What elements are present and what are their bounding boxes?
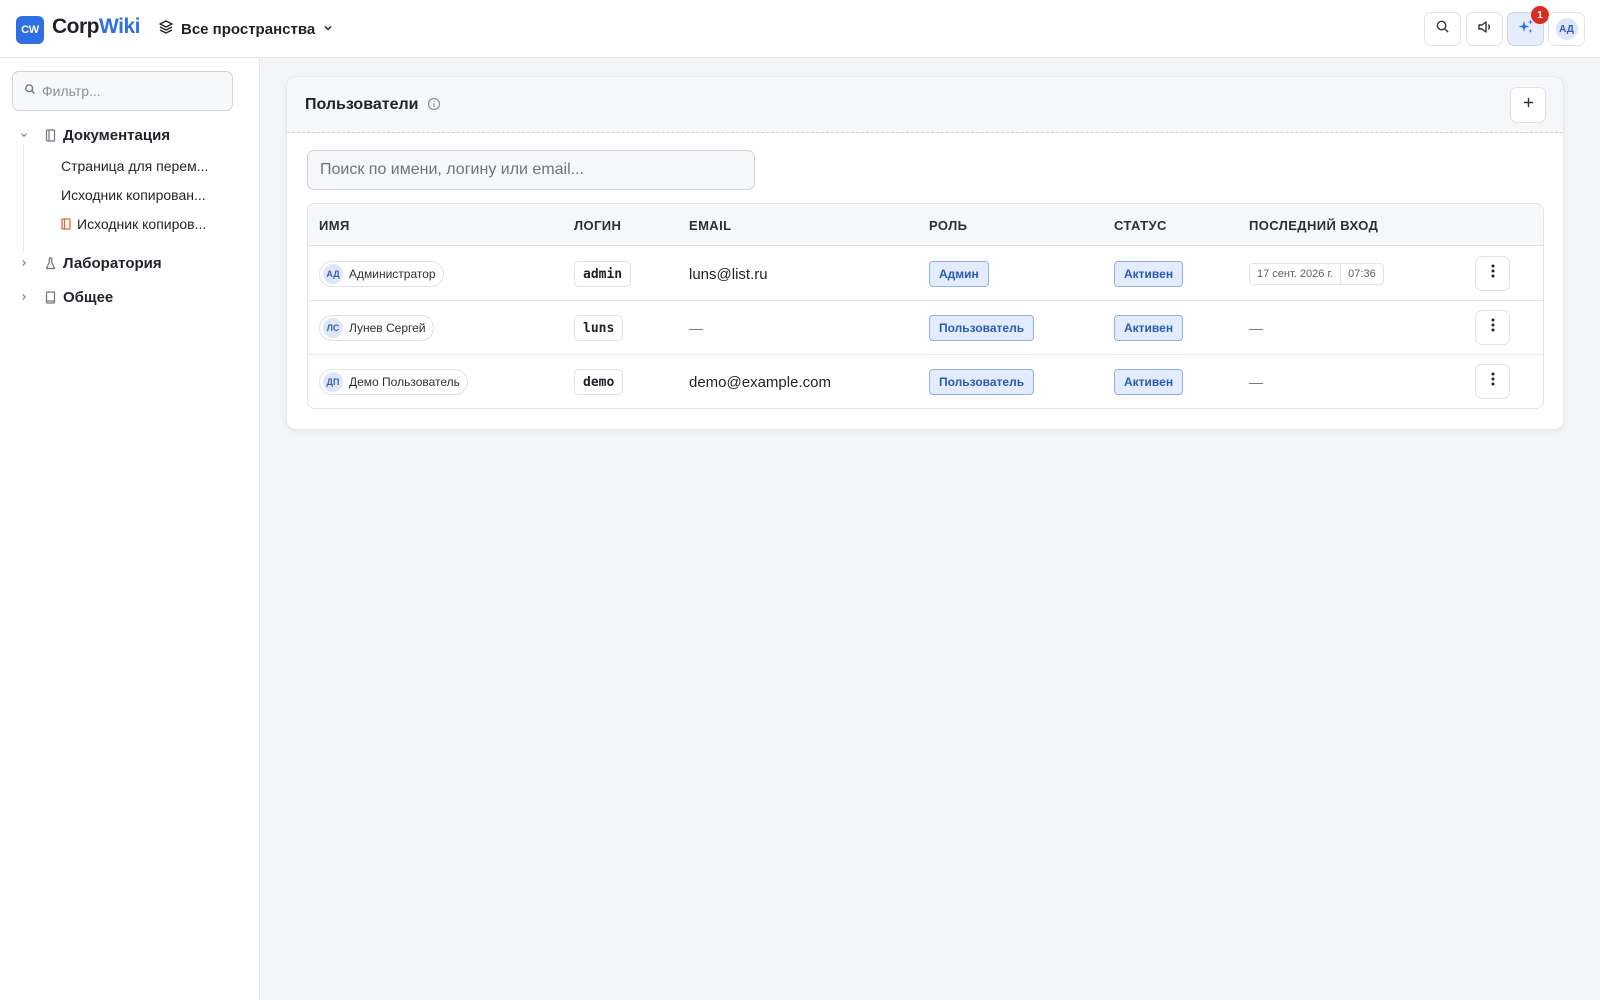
plus-icon bbox=[1522, 96, 1535, 114]
user-login: admin bbox=[574, 261, 632, 287]
tree-item-label: Лаборатория bbox=[63, 254, 162, 272]
column-header-role[interactable]: Роль bbox=[929, 218, 967, 233]
avatar: АД bbox=[323, 264, 343, 284]
announcements-button[interactable] bbox=[1466, 12, 1503, 46]
last-login: — bbox=[1249, 374, 1263, 390]
table-row[interactable]: ЛС Лунев Сергей luns — Пользователь Акти… bbox=[308, 301, 1543, 355]
tree-child-page[interactable]: Исходник копиров... bbox=[61, 211, 261, 237]
sidebar-filter bbox=[12, 71, 233, 111]
column-header-last-login[interactable]: Последний вход bbox=[1249, 218, 1378, 233]
column-header-login[interactable]: Логин bbox=[574, 218, 621, 233]
avatar: ЛС bbox=[323, 318, 343, 338]
last-login-stamp: 17 сент. 2026 г. 07:36 bbox=[1249, 263, 1384, 285]
user-chip[interactable]: ДП Демо Пользователь bbox=[319, 369, 468, 395]
status-badge: Активен bbox=[1114, 315, 1184, 341]
info-icon[interactable] bbox=[427, 97, 442, 112]
more-vertical-icon bbox=[1491, 264, 1495, 283]
user-search-input[interactable] bbox=[320, 161, 740, 179]
speaker-icon bbox=[1477, 19, 1493, 40]
tree-item-documentation[interactable]: Документация bbox=[0, 121, 258, 149]
tree-item-label: Документация bbox=[63, 126, 171, 144]
table-row[interactable]: АД Администратор admin luns@list.ru Адми… bbox=[308, 247, 1543, 301]
user-name: Лунев Сергей bbox=[349, 321, 426, 335]
users-table: Имя Логин Email Роль Статус Последний вх… bbox=[307, 203, 1544, 409]
column-header-email[interactable]: Email bbox=[689, 218, 731, 233]
last-login-date: 17 сент. 2026 г. bbox=[1257, 268, 1334, 280]
users-panel: Пользователи Имя Логин Email Роль Статус… bbox=[286, 76, 1564, 430]
page-title: Пользователи bbox=[305, 96, 419, 113]
chevron-right-icon[interactable] bbox=[18, 257, 30, 269]
tree-item-label: Общее bbox=[63, 288, 114, 306]
user-email: luns@list.ru bbox=[689, 265, 768, 283]
user-search bbox=[307, 150, 755, 190]
top-header: CW CorpWiki Все пространства 1 АД bbox=[0, 0, 1600, 58]
role-badge: Пользователь bbox=[929, 369, 1035, 395]
row-actions-button[interactable] bbox=[1475, 310, 1510, 345]
user-chip[interactable]: АД Администратор bbox=[319, 261, 444, 287]
table-row[interactable]: ДП Демо Пользователь demo demo@example.c… bbox=[308, 355, 1543, 408]
document-icon bbox=[44, 128, 56, 142]
tree-child-label: Страница для перем... bbox=[61, 158, 209, 174]
add-user-button[interactable] bbox=[1510, 87, 1546, 123]
chevron-right-icon[interactable] bbox=[18, 291, 30, 303]
user-login: luns bbox=[574, 315, 624, 341]
logo-text[interactable]: CorpWiki bbox=[52, 15, 140, 39]
space-selector[interactable]: Все пространства bbox=[158, 17, 334, 41]
layers-icon bbox=[158, 19, 174, 39]
more-vertical-icon bbox=[1491, 318, 1495, 337]
column-header-name[interactable]: Имя bbox=[319, 218, 350, 233]
last-login-time: 07:36 bbox=[1340, 264, 1383, 284]
user-chip[interactable]: ЛС Лунев Сергей bbox=[319, 315, 434, 341]
avatar: АД bbox=[1555, 18, 1578, 40]
tree-item-laboratory[interactable]: Лаборатория bbox=[0, 249, 258, 277]
more-vertical-icon bbox=[1491, 372, 1495, 391]
page-orange-icon bbox=[61, 218, 71, 230]
user-email: — bbox=[689, 320, 703, 336]
book-icon bbox=[44, 290, 56, 304]
panel-header: Пользователи bbox=[287, 77, 1563, 133]
tree-child-page[interactable]: Страница для перем... bbox=[61, 153, 261, 179]
search-icon bbox=[24, 82, 36, 100]
chevron-down-icon[interactable] bbox=[18, 129, 30, 141]
ai-assistant-button[interactable]: 1 bbox=[1507, 6, 1549, 46]
row-actions-button[interactable] bbox=[1475, 256, 1510, 291]
space-selector-label: Все пространства bbox=[181, 20, 316, 38]
table-header: Имя Логин Email Роль Статус Последний вх… bbox=[308, 204, 1543, 246]
logo-text-corp: Corp bbox=[52, 15, 100, 38]
flask-icon bbox=[44, 256, 56, 270]
notification-badge: 1 bbox=[1531, 6, 1549, 24]
tree-child-label: Исходник копирован... bbox=[61, 187, 206, 203]
sidebar-filter-input[interactable] bbox=[42, 83, 222, 99]
status-badge: Активен bbox=[1114, 369, 1184, 395]
tree-guide-line bbox=[23, 144, 24, 252]
user-name: Демо Пользователь bbox=[349, 375, 460, 389]
role-badge: Админ bbox=[929, 261, 989, 287]
sidebar: Документация Страница для перем... Исход… bbox=[0, 58, 260, 1000]
search-button[interactable] bbox=[1424, 12, 1461, 46]
user-login: demo bbox=[574, 369, 624, 395]
logo-text-wiki: Wiki bbox=[99, 15, 140, 38]
search-icon bbox=[1435, 19, 1450, 39]
user-name: Администратор bbox=[349, 267, 436, 281]
row-actions-button[interactable] bbox=[1475, 364, 1510, 399]
tree-item-general[interactable]: Общее bbox=[0, 283, 258, 311]
tree-child-label: Исходник копиров... bbox=[77, 216, 207, 232]
last-login: — bbox=[1249, 320, 1263, 336]
column-header-status[interactable]: Статус bbox=[1114, 218, 1167, 233]
user-email: demo@example.com bbox=[689, 373, 831, 391]
role-badge: Пользователь bbox=[929, 315, 1035, 341]
chevron-down-icon bbox=[322, 21, 334, 38]
tree-child-page[interactable]: Исходник копирован... bbox=[61, 182, 261, 208]
user-menu-button[interactable]: АД bbox=[1548, 12, 1585, 46]
status-badge: Активен bbox=[1114, 261, 1184, 287]
sparkles-icon bbox=[1517, 18, 1535, 41]
logo-mark[interactable]: CW bbox=[16, 16, 44, 44]
avatar: ДП bbox=[323, 372, 343, 392]
